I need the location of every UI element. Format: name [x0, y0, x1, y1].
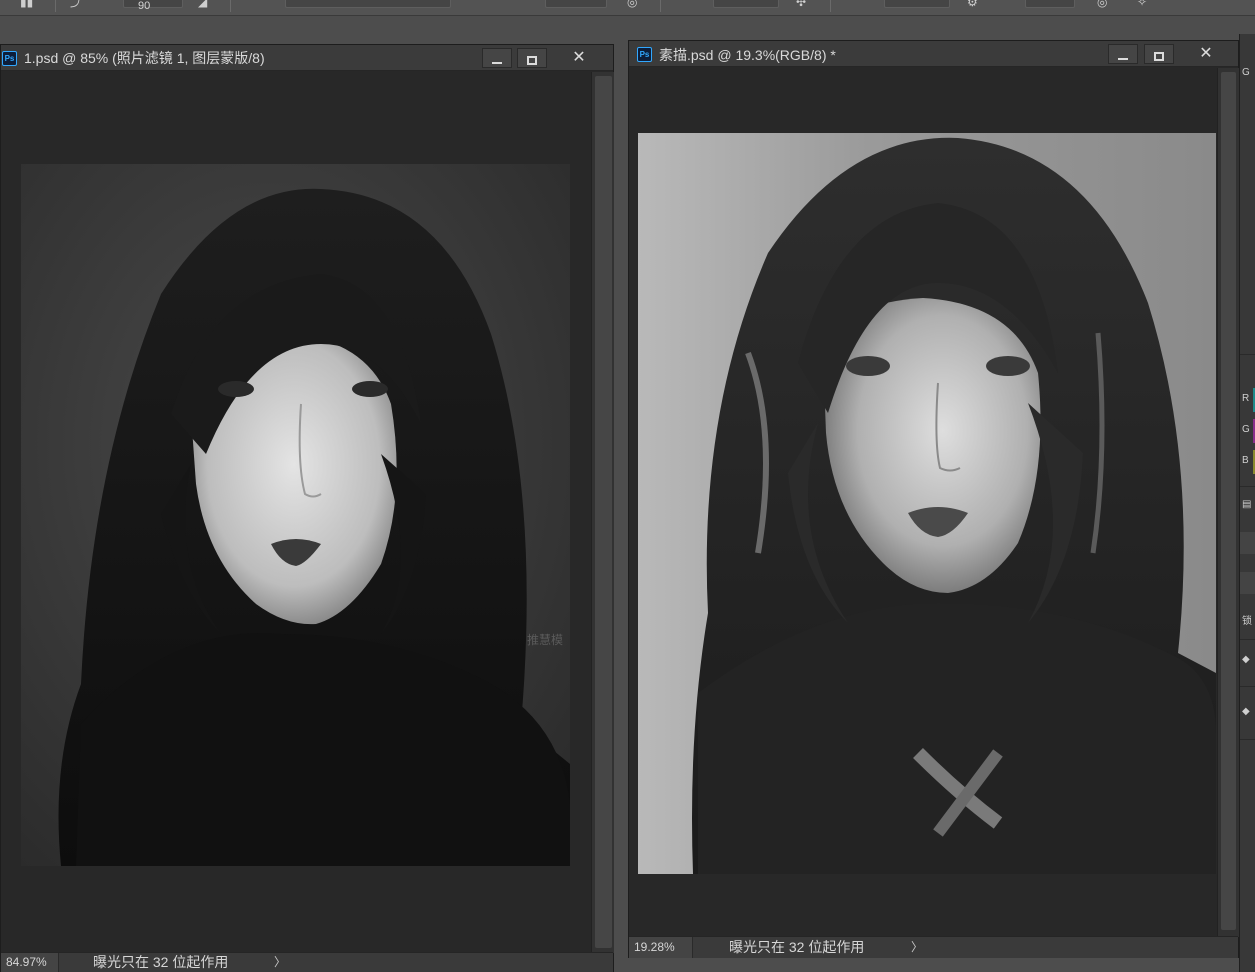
divider — [1240, 354, 1255, 355]
status-menu-arrow[interactable]: 〉 — [274, 953, 286, 972]
close-button[interactable]: ✕ — [564, 48, 594, 68]
close-icon: ✕ — [572, 49, 586, 66]
canvas-area[interactable] — [629, 68, 1217, 937]
photoshop-icon: Ps — [637, 47, 652, 62]
portrait-photo-image: 推慧模 — [21, 164, 570, 866]
sketch-painting — [638, 133, 1216, 874]
panel-tab-icon[interactable]: G — [1242, 67, 1250, 78]
photoshop-icon: Ps — [2, 51, 17, 66]
status-message: 曝光只在 32 位起作用 — [93, 954, 229, 970]
document-titlebar[interactable]: Ps 素描.psd @ 19.3%(RGB/8) * ✕ — [629, 41, 1238, 67]
lock-label: 锁 — [1242, 616, 1252, 627]
maximize-button[interactable] — [1144, 44, 1174, 64]
panel-field[interactable] — [1240, 572, 1255, 594]
option-field[interactable] — [713, 0, 779, 8]
symmetry-icon[interactable]: ✧ — [1137, 0, 1147, 8]
options-bar: ▮▮ ⤴ 90 ◢ ◎ ✣ ⚙ ◎ ✧ — [0, 0, 1255, 16]
portrait-painting-image — [638, 133, 1216, 874]
divider — [1240, 486, 1255, 487]
minimize-button[interactable] — [1108, 44, 1138, 64]
channel-label-r: R — [1242, 393, 1250, 404]
divider — [55, 0, 56, 12]
reference-photo: 推慧模 — [21, 164, 570, 866]
close-icon: ✕ — [1199, 45, 1213, 62]
panel-field[interactable] — [1240, 532, 1255, 554]
side-panel-edge: G R G B ▤ 锁 ◆ ◆ — [1239, 34, 1255, 972]
channel-label-g: G — [1242, 424, 1250, 435]
option-field[interactable] — [545, 0, 607, 8]
option-field[interactable] — [1025, 0, 1075, 8]
workspace-gap — [614, 44, 628, 972]
angle-icon[interactable]: ◎ — [1097, 0, 1107, 8]
tool-icon[interactable]: ▮▮ — [20, 0, 33, 8]
brush-icon[interactable]: ◢ — [198, 0, 207, 8]
curve-icon[interactable]: ⤴ — [70, 0, 82, 8]
document-title: 1.psd @ 85% (照片滤镜 1, 图层蒙版/8) — [24, 50, 265, 66]
maximize-icon — [1154, 52, 1164, 62]
divider — [660, 0, 661, 12]
visibility-icon[interactable]: ◆ — [1242, 654, 1250, 665]
channel-label-b: B — [1242, 455, 1249, 466]
minimize-button[interactable] — [482, 48, 512, 68]
maximize-icon — [527, 56, 537, 66]
scrollbar-thumb[interactable] — [1221, 72, 1236, 930]
divider — [1240, 739, 1255, 740]
pressure-icon[interactable]: ◎ — [627, 0, 637, 8]
zoom-field[interactable]: 19.28% — [629, 937, 693, 958]
option-field[interactable] — [884, 0, 950, 8]
divider — [1240, 639, 1255, 640]
document-titlebar[interactable]: Ps 1.psd @ 85% (照片滤镜 1, 图层蒙版/8) ✕ — [1, 45, 613, 71]
document-window-left: Ps 1.psd @ 85% (照片滤镜 1, 图层蒙版/8) ✕ 推慧模 84… — [0, 44, 615, 972]
status-bar: 84.97% 曝光只在 32 位起作用 〉 — [1, 952, 613, 972]
scrollbar-thumb[interactable] — [595, 76, 612, 948]
divider — [830, 0, 831, 12]
divider — [230, 0, 231, 12]
document-window-right: Ps 素描.psd @ 19.3%(RGB/8) * ✕ 19.28% 曝光只在… — [628, 40, 1239, 958]
airbrush-icon[interactable]: ✣ — [796, 0, 806, 8]
panel-tab-icon[interactable]: ▤ — [1242, 499, 1251, 510]
document-title: 素描.psd @ 19.3%(RGB/8) * — [659, 47, 836, 63]
canvas-area[interactable]: 推慧模 — [1, 72, 591, 953]
status-bar: 19.28% 曝光只在 32 位起作用 〉 — [629, 936, 1238, 958]
divider — [1240, 686, 1255, 687]
vertical-scrollbar[interactable] — [591, 72, 615, 953]
minimize-icon — [1118, 57, 1128, 60]
angle-value: 90 — [138, 0, 151, 12]
photo-watermark: 推慧模 — [527, 632, 563, 647]
vertical-scrollbar[interactable] — [1217, 68, 1239, 937]
status-message: 曝光只在 32 位起作用 — [729, 939, 865, 955]
zoom-field[interactable]: 84.97% — [1, 953, 59, 972]
smoothing-icon[interactable]: ⚙ — [967, 0, 978, 8]
close-button[interactable]: ✕ — [1191, 44, 1221, 64]
angle-field[interactable] — [123, 0, 183, 8]
visibility-icon[interactable]: ◆ — [1242, 706, 1250, 717]
status-menu-arrow[interactable]: 〉 — [911, 937, 923, 958]
preset-dropdown[interactable] — [285, 0, 451, 8]
minimize-icon — [492, 61, 502, 64]
maximize-button[interactable] — [517, 48, 547, 68]
